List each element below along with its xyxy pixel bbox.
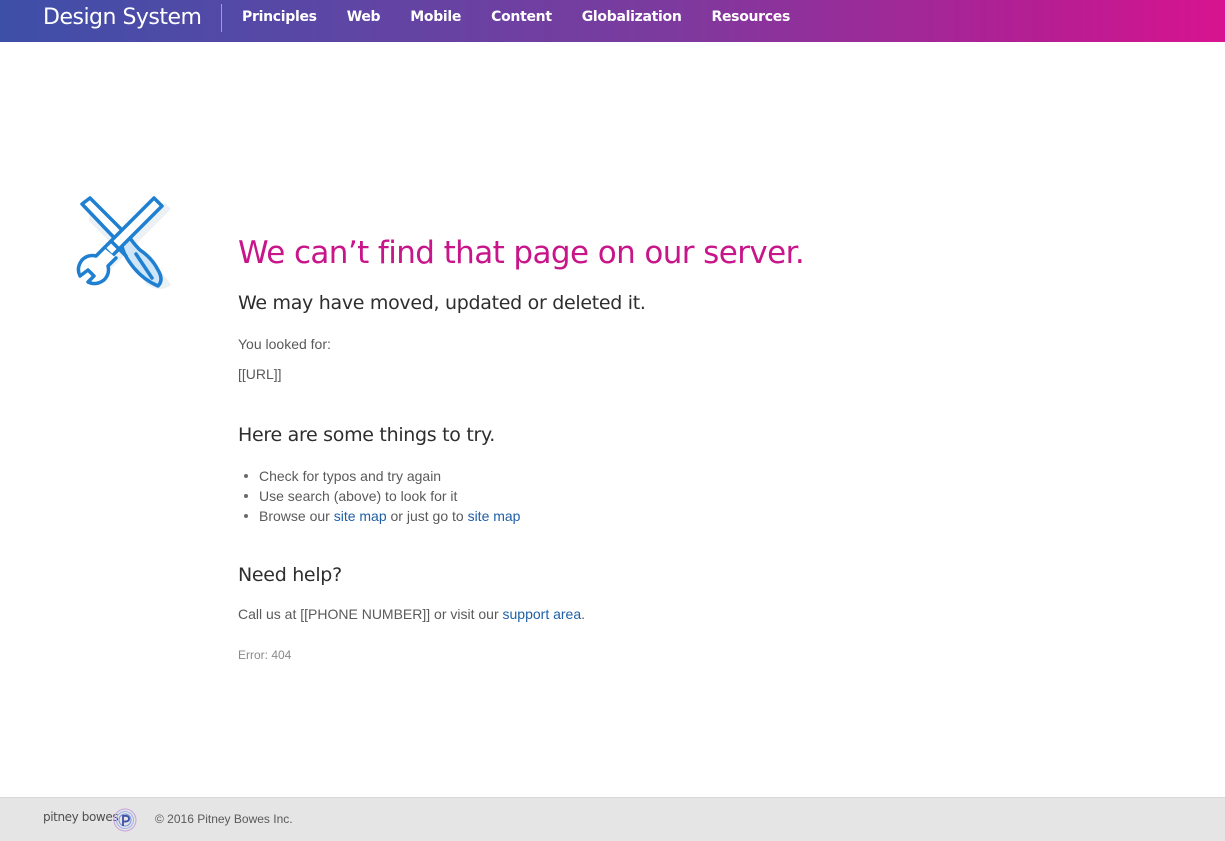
error-code: Error: 404	[238, 648, 292, 662]
help-text-suffix: .	[581, 606, 586, 622]
page-subhead: We may have moved, updated or deleted it…	[238, 292, 646, 314]
brand-divider	[221, 4, 222, 32]
page-headline: We can’t find that page on our server.	[238, 235, 805, 271]
requested-url: [[URL]]	[238, 366, 282, 382]
list-item-text: or just go to	[386, 508, 468, 524]
error-content: We can’t find that page on our server. W…	[238, 230, 1138, 662]
pitney-bowes-logo[interactable]: pitney bowes	[43, 810, 119, 824]
list-item: Check for typos and try again	[238, 466, 1138, 486]
things-to-try-list: Check for typos and try again Use search…	[238, 466, 1138, 526]
nav-principles[interactable]: Principles	[242, 9, 317, 25]
nav-mobile[interactable]: Mobile	[410, 9, 461, 25]
crossed-wrench-screwdriver-icon	[72, 192, 182, 297]
footer: pitney bowes © 2016 Pitney Bowes Inc.	[0, 797, 1225, 841]
list-item: Use search (above) to look for it	[238, 486, 1138, 506]
help-text: Call us at [[PHONE NUMBER]] or visit our…	[238, 606, 1138, 622]
pitney-bowes-mark-icon	[113, 808, 137, 832]
top-navigation-bar: Design System Principles Web Mobile Cont…	[0, 0, 1225, 42]
copyright-text: © 2016 Pitney Bowes Inc.	[155, 812, 293, 826]
things-to-try-title: Here are some things to try.	[238, 424, 495, 446]
nav-content[interactable]: Content	[491, 9, 552, 25]
looked-for-label: You looked for:	[238, 336, 331, 352]
need-help-title: Need help?	[238, 564, 342, 586]
list-item: Browse our site map or just go to site m…	[238, 506, 1138, 526]
support-area-link[interactable]: support area	[503, 606, 582, 622]
site-map-link[interactable]: site map	[334, 508, 387, 524]
main-nav: Principles Web Mobile Content Globalizat…	[242, 0, 820, 34]
site-map-link-2[interactable]: site map	[468, 508, 521, 524]
nav-resources[interactable]: Resources	[711, 9, 790, 25]
nav-web[interactable]: Web	[347, 9, 381, 25]
brand-title[interactable]: Design System	[43, 5, 202, 30]
nav-globalization[interactable]: Globalization	[582, 9, 682, 25]
help-text-prefix: Call us at [[PHONE NUMBER]] or visit our	[238, 606, 503, 622]
list-item-text: Browse our	[259, 508, 334, 524]
